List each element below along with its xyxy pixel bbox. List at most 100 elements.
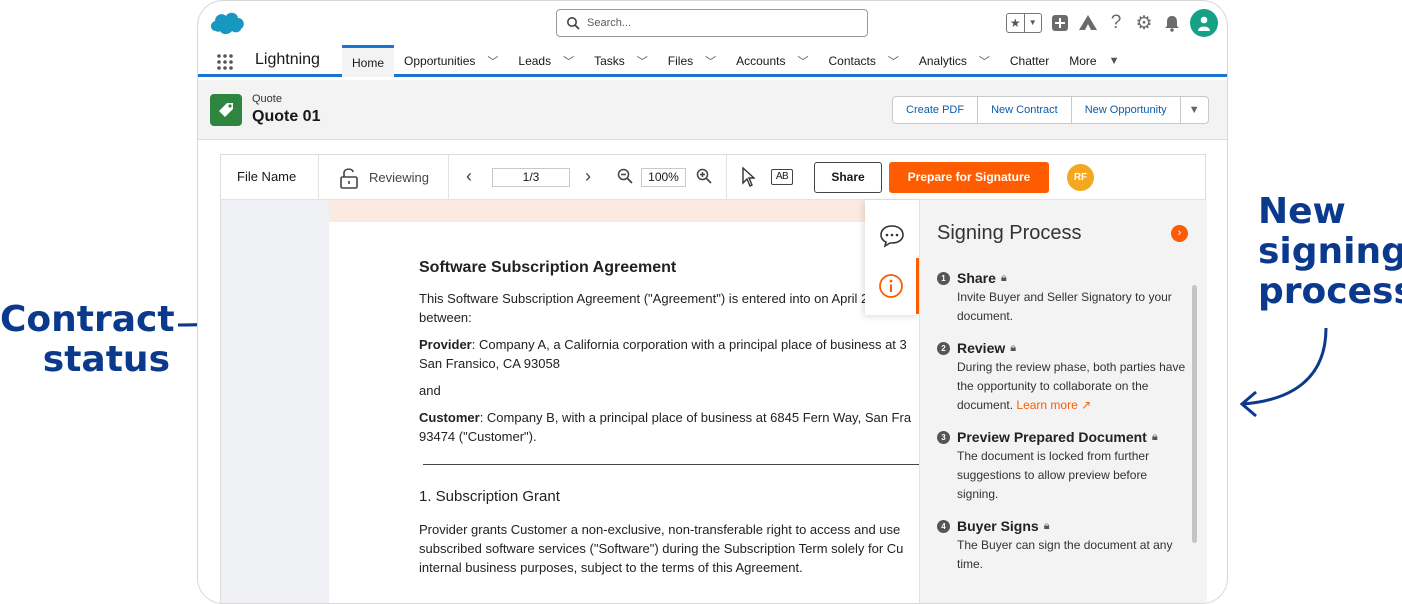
text-line: : Company A, a California corporation wi… xyxy=(471,337,907,352)
nav-item-more[interactable]: More ▼ xyxy=(1059,45,1129,77)
record-header: Quote Quote 01 Create PDF New Contract N… xyxy=(198,80,1227,140)
select-cursor-icon[interactable] xyxy=(741,167,755,187)
chevron-down-icon[interactable]: ﹀ xyxy=(705,53,716,69)
nav-item-contacts[interactable]: Contacts ﹀ xyxy=(818,45,908,77)
nav-item-home[interactable]: Home xyxy=(342,45,395,77)
document-paragraph: and xyxy=(419,383,441,398)
step-description: The document is locked from further sugg… xyxy=(957,449,1150,501)
learn-more-link[interactable]: Learn more ↗ xyxy=(1016,398,1091,412)
record-actions: Create PDF New Contract New Opportunity … xyxy=(892,96,1209,124)
link-label: Learn more xyxy=(1016,398,1078,412)
step-title: Buyer Signs xyxy=(957,518,1039,534)
step-description-wrap: During the review phase, both parties ha… xyxy=(957,358,1187,415)
app-navigation: Lightning Home Opportunities ﹀ Leads ﹀ Tas… xyxy=(198,45,1227,77)
create-pdf-button[interactable]: Create PDF xyxy=(892,96,979,124)
salesforce-cloud-icon[interactable] xyxy=(208,9,246,37)
step-title: Preview Prepared Document xyxy=(957,429,1147,445)
nav-item-accounts[interactable]: Accounts ﹀ xyxy=(726,45,818,77)
more-actions-button[interactable]: ▼ xyxy=(1180,96,1209,124)
caret-down-icon[interactable]: ▼ xyxy=(1109,55,1120,67)
section-heading: 1. Subscription Grant xyxy=(419,488,560,505)
thumbnail-rail xyxy=(221,200,329,603)
next-page-icon[interactable]: › xyxy=(585,166,591,187)
step-number: 4 xyxy=(937,519,950,533)
quote-icon xyxy=(210,94,242,126)
signing-step: 4 Buyer Signs 🔒︎ The Buyer can sign the do… xyxy=(937,518,1187,574)
chevron-down-icon[interactable]: ﹀ xyxy=(563,53,574,69)
document-paragraph: Customer: Company B, with a principal pl… xyxy=(419,408,939,446)
new-opportunity-button[interactable]: New Opportunity xyxy=(1071,96,1181,124)
zoom-input[interactable]: 100% xyxy=(641,168,686,187)
header-icons: ★ ▼ ? ⚙ xyxy=(1006,9,1218,37)
bell-icon[interactable] xyxy=(1162,13,1182,33)
step-number: 3 xyxy=(937,430,950,444)
lock-icon: 🔒︎ xyxy=(1010,341,1017,354)
text-line: This Software Subscription Agreement ("A… xyxy=(419,291,898,306)
customer-label: Customer xyxy=(419,410,480,425)
nav-item-label: Tasks xyxy=(594,54,625,68)
nav-item-tasks[interactable]: Tasks ﹀ xyxy=(584,45,658,77)
side-tabs xyxy=(865,200,919,315)
step-number: 2 xyxy=(937,341,950,355)
nav-item-opportunities[interactable]: Opportunities ﹀ xyxy=(394,45,508,77)
favorites-button[interactable]: ★ ▼ xyxy=(1006,13,1042,33)
info-tab[interactable] xyxy=(865,258,919,314)
new-contract-button[interactable]: New Contract xyxy=(978,96,1072,124)
record-type: Quote xyxy=(252,93,282,105)
toolbar-divider xyxy=(726,155,727,200)
lock-icon: 🔒︎ xyxy=(1151,430,1158,443)
text-select-icon[interactable]: AB xyxy=(771,169,793,185)
search-input[interactable]: Search... xyxy=(556,9,868,37)
panel-title: Signing Process xyxy=(937,222,1082,244)
text-line: internal business purposes, subject to t… xyxy=(419,560,803,575)
document-paragraph: Provider grants Customer a non-exclusive… xyxy=(419,520,939,577)
text-line: : Company B, with a principal place of b… xyxy=(479,410,912,425)
chevron-down-icon[interactable]: ﹀ xyxy=(888,53,899,69)
step-title: Review xyxy=(957,340,1006,356)
chevron-right-icon[interactable]: › xyxy=(1171,225,1188,242)
chevron-down-icon[interactable]: ﹀ xyxy=(797,53,808,69)
chevron-down-icon: ▼ xyxy=(1023,14,1042,32)
chevron-down-icon[interactable]: ﹀ xyxy=(979,53,990,69)
lock-icon: 🔒︎ xyxy=(1000,271,1007,284)
document-paragraph: Provider: Company A, a California corpor… xyxy=(419,335,939,373)
file-name-label[interactable]: File Name xyxy=(237,169,296,184)
app-launcher-icon[interactable] xyxy=(216,53,234,71)
trailhead-icon[interactable] xyxy=(1078,13,1098,33)
zoom-in-icon[interactable] xyxy=(696,168,712,184)
nav-item-files[interactable]: Files ﹀ xyxy=(658,45,726,77)
nav-item-label: Chatter xyxy=(1009,54,1050,68)
record-title: Quote 01 xyxy=(252,108,321,125)
nav-item-label: Opportunities xyxy=(404,54,476,68)
nav-item-chatter[interactable]: Chatter xyxy=(1000,45,1059,77)
signing-step: 3 Preview Prepared Document 🔒︎ The documen… xyxy=(937,429,1187,504)
search-icon xyxy=(567,17,580,30)
page-input[interactable]: 1/3 xyxy=(492,168,570,187)
step-number: 1 xyxy=(937,271,950,285)
avatar[interactable]: RF xyxy=(1067,164,1094,191)
global-add-icon[interactable] xyxy=(1050,13,1070,33)
lock-icon: 🔒︎ xyxy=(1043,519,1050,532)
share-button[interactable]: Share xyxy=(814,162,882,193)
gear-icon[interactable]: ⚙ xyxy=(1134,13,1154,34)
chevron-down-icon[interactable]: ﹀ xyxy=(637,53,648,69)
nav-item-analytics[interactable]: Analytics ﹀ xyxy=(909,45,1000,77)
chevron-down-icon[interactable]: ﹀ xyxy=(487,53,498,69)
step-title: Share xyxy=(957,270,996,286)
document-content: Software Subscription Agreement This Sof… xyxy=(419,258,939,598)
nav-items: Home Opportunities ﹀ Leads ﹀ Tasks ﹀ Files ﹀… xyxy=(342,45,1129,77)
search-placeholder: Search... xyxy=(587,17,632,29)
user-avatar[interactable] xyxy=(1190,9,1218,37)
external-link-icon: ↗ xyxy=(1081,398,1092,412)
nav-item-label: Contacts xyxy=(828,54,876,68)
help-icon[interactable]: ? xyxy=(1106,12,1126,33)
step-description: The Buyer can sign the document at any t… xyxy=(957,538,1173,571)
comments-tab[interactable] xyxy=(865,208,919,264)
nav-item-leads[interactable]: Leads ﹀ xyxy=(508,45,584,77)
prepare-for-signature-button[interactable]: Prepare for Signature xyxy=(889,162,1049,193)
text-line: between: xyxy=(419,310,472,325)
zoom-out-icon[interactable] xyxy=(617,168,633,184)
previous-page-icon[interactable]: ‹ xyxy=(466,166,472,187)
document-paragraph: This Software Subscription Agreement ("A… xyxy=(419,289,939,327)
panel-scrollbar[interactable] xyxy=(1192,285,1197,543)
